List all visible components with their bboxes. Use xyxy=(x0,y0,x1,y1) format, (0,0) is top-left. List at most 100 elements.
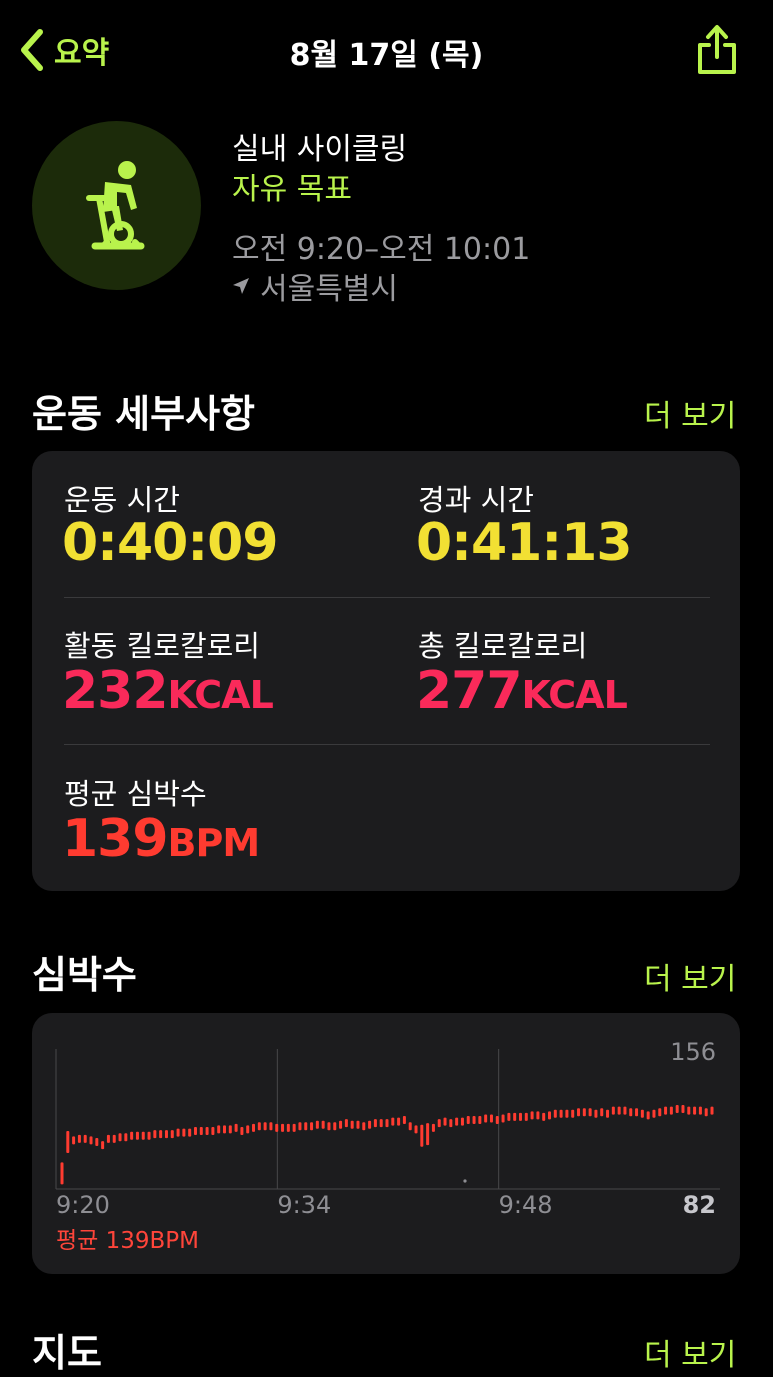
heart-rate-bar xyxy=(147,1131,151,1140)
heart-rate-bar xyxy=(536,1111,540,1120)
x-tick-label: 9:48 xyxy=(499,1191,553,1219)
heart-rate-card[interactable]: 9:20 9:34 9:48 156 82 평균 139BPM xyxy=(32,1013,740,1274)
heart-rate-bar xyxy=(176,1128,180,1137)
heart-rate-bar xyxy=(565,1109,569,1118)
heart-rate-bar xyxy=(124,1133,128,1142)
heart-rate-bar xyxy=(577,1108,581,1117)
heart-rate-bar xyxy=(193,1127,197,1135)
heart-rate-bar xyxy=(704,1108,708,1117)
heart-rate-bar xyxy=(600,1108,604,1117)
heart-rate-bar xyxy=(518,1112,522,1121)
heart-rate-bar xyxy=(698,1106,702,1115)
heart-rate-bar xyxy=(356,1120,360,1129)
location-arrow-icon xyxy=(233,278,249,294)
x-tick-label: 9:20 xyxy=(56,1191,110,1219)
heart-rate-bar xyxy=(542,1112,546,1121)
map-more-link[interactable]: 더 보기 xyxy=(644,1330,736,1374)
x-tick-label: 9:34 xyxy=(277,1191,331,1219)
workout-location: 서울특별시 xyxy=(232,264,398,308)
heart-rate-bar xyxy=(588,1108,592,1117)
heart-rate-bar xyxy=(635,1108,639,1117)
heart-rate-bar xyxy=(687,1106,691,1115)
y-min-label: 82 xyxy=(683,1191,716,1219)
metric-value: 232KCAL xyxy=(62,661,274,721)
heart-rate-bar xyxy=(466,1116,470,1125)
heart-rate-bar xyxy=(524,1112,528,1121)
metric-label: 총 킬로칼로리 xyxy=(418,629,588,663)
heart-rate-bar xyxy=(681,1105,685,1114)
heart-rate-bar xyxy=(112,1134,116,1143)
heart-rate-bar xyxy=(315,1120,319,1129)
heart-rate-bar xyxy=(141,1131,145,1140)
workout-icon-badge xyxy=(32,121,201,290)
heart-rate-bar xyxy=(449,1119,453,1128)
heart-rate-bar xyxy=(89,1136,93,1145)
metric-label: 평균 심박수 xyxy=(64,777,207,811)
heart-rate-bar xyxy=(426,1123,430,1146)
heart-rate-bar xyxy=(246,1125,250,1134)
heart-rate-bar xyxy=(664,1106,668,1115)
heart-rate-bar xyxy=(443,1117,447,1126)
workout-time-range: 오전 9:20–오전 10:01 xyxy=(232,232,531,267)
heart-rate-bar xyxy=(646,1111,650,1120)
heart-rate-bar xyxy=(629,1108,633,1117)
heart-rate-bar xyxy=(188,1128,192,1137)
heart-rate-bar xyxy=(211,1127,215,1135)
heart-rate-bar xyxy=(228,1125,232,1134)
heart-rate-bar xyxy=(77,1134,81,1143)
heart-rate-bar xyxy=(478,1116,482,1125)
heart-rate-bar xyxy=(640,1109,644,1118)
heart-rate-bar xyxy=(286,1123,290,1132)
heart-rate-bar xyxy=(513,1112,517,1121)
heart-rate-bar xyxy=(321,1120,325,1129)
heart-rate-bar xyxy=(95,1137,99,1146)
heart-rate-bar xyxy=(402,1116,406,1125)
heart-rate-bar xyxy=(159,1130,163,1139)
heart-rate-bar xyxy=(710,1106,714,1115)
heart-rate-bar xyxy=(205,1127,209,1135)
heart-rate-bar xyxy=(240,1127,244,1135)
details-more-link[interactable]: 더 보기 xyxy=(644,391,736,435)
heart-rate-bar xyxy=(106,1134,110,1143)
metric-value: 277KCAL xyxy=(416,661,628,721)
heart-rate-bar xyxy=(606,1109,610,1118)
heart-rate-bar xyxy=(373,1119,377,1128)
heart-rate-bar xyxy=(252,1123,256,1132)
heart-rate-bar xyxy=(455,1117,459,1126)
heart-rate-bar xyxy=(263,1122,267,1131)
map-section-title: 지도 xyxy=(32,1331,102,1375)
heart-rate-bar xyxy=(130,1131,134,1140)
metric-value: 0:41:13 xyxy=(416,513,632,573)
heart-rate-bar xyxy=(391,1117,395,1126)
heart-rate-bar xyxy=(339,1120,343,1129)
indoor-cycle-icon xyxy=(85,160,144,249)
heart-rate-bar xyxy=(617,1106,621,1115)
heart-rate-bar xyxy=(275,1123,279,1132)
heart-rate-bar xyxy=(420,1124,424,1147)
heart-rate-bar xyxy=(281,1123,285,1132)
metric-value: 139BPM xyxy=(62,809,260,869)
share-icon[interactable] xyxy=(694,24,740,76)
heart-rate-bar xyxy=(170,1130,174,1139)
workout-location-text: 서울특별시 xyxy=(260,272,398,307)
heart-rate-bar xyxy=(594,1109,598,1118)
heart-rate-bar xyxy=(199,1127,203,1135)
heart-rate-bar xyxy=(431,1123,435,1132)
heart-rate-bar xyxy=(234,1123,238,1132)
heart-rate-bar xyxy=(304,1122,308,1131)
heart-rate-bar xyxy=(66,1130,70,1153)
heart-rate-bar xyxy=(495,1116,499,1125)
chart-gap-dot xyxy=(463,1179,467,1183)
heart-rate-bar xyxy=(501,1114,505,1123)
heart-rate-bar xyxy=(83,1134,87,1143)
heart-rate-bar xyxy=(72,1136,76,1145)
details-section-title: 운동 세부사항 xyxy=(32,392,255,436)
heart-rate-bar xyxy=(257,1122,261,1131)
heart-rate-bar xyxy=(559,1109,563,1118)
heart-rate-more-link[interactable]: 더 보기 xyxy=(644,954,736,998)
heart-rate-bar xyxy=(582,1108,586,1117)
metric-label: 활동 킬로칼로리 xyxy=(64,629,260,663)
heart-rate-bar xyxy=(298,1122,302,1131)
heart-rate-bar xyxy=(437,1119,441,1128)
heart-rate-bar xyxy=(507,1112,511,1121)
